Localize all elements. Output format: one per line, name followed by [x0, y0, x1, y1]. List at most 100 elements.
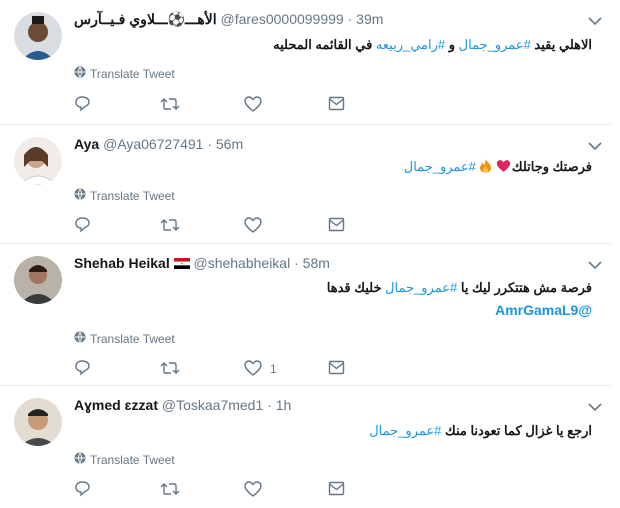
tweet-text: فرصتك وجاتلك #عمرو_جمال	[404, 158, 592, 176]
like-button[interactable]: 1	[244, 359, 277, 379]
like-button[interactable]	[244, 216, 270, 236]
tweet-actions: 1	[74, 359, 374, 379]
user-handle[interactable]: @shehabheikal	[193, 255, 290, 271]
hashtag-link[interactable]: #عمرو_جمال	[404, 159, 476, 174]
tweet-header: Shehab Heikal @shehabheikal · 58m	[74, 255, 330, 271]
timestamp[interactable]: 58m	[303, 255, 330, 271]
user-handle[interactable]: @Toskaa7med1	[162, 397, 263, 413]
retweet-button[interactable]	[160, 217, 180, 235]
tweet-item[interactable]: الأهـــ⚽ـــلاوي فـيــآرس @fares000009999…	[0, 0, 612, 125]
chevron-down-icon[interactable]	[588, 138, 604, 152]
retweet-icon	[160, 481, 180, 500]
reply-button[interactable]	[74, 481, 91, 499]
tweet-text-part: في القائمه المحليه	[273, 37, 376, 52]
reply-button[interactable]	[74, 360, 91, 378]
tweet-text-part: فرصة مش هتتكرر ليك يا	[457, 280, 592, 295]
tweet-mention-line: @AmrGamaL9	[495, 302, 592, 318]
chevron-down-icon[interactable]	[588, 257, 604, 271]
avatar[interactable]	[14, 12, 62, 60]
avatar[interactable]	[14, 256, 62, 304]
user-name[interactable]: الأهـــ⚽ـــلاوي فـيــآرس	[74, 11, 217, 27]
translate-tweet-link[interactable]: Translate Tweet	[74, 66, 175, 81]
translate-label: Translate Tweet	[90, 66, 175, 81]
translate-tweet-link[interactable]: Translate Tweet	[74, 331, 175, 346]
direct-message-button[interactable]	[328, 481, 345, 499]
heart-icon	[244, 480, 262, 500]
hashtag-link[interactable]: #رامي_ربيعه	[376, 37, 445, 52]
retweet-button[interactable]	[160, 96, 180, 114]
timestamp[interactable]: 39m	[356, 11, 383, 27]
user-name[interactable]: Shehab Heikal	[74, 255, 170, 271]
tweet-item[interactable]: Shehab Heikal @shehabheikal · 58m فرصة م…	[0, 244, 612, 386]
envelope-icon	[328, 360, 345, 378]
retweet-icon	[160, 360, 180, 379]
separator: ·	[347, 11, 353, 27]
reply-icon	[74, 216, 91, 236]
tweet-text-part: فرصتك وجاتلك	[511, 159, 592, 174]
tweet-actions	[74, 480, 374, 500]
tweet-text: فرصة مش هتتكرر ليك يا #عمرو_جمال خليك قد…	[327, 280, 592, 296]
red-heart-emoji	[496, 159, 511, 176]
reply-icon	[74, 359, 91, 379]
tweet-header: Aya @Aya06727491 · 56m	[74, 136, 243, 152]
globe-icon	[74, 452, 86, 467]
chevron-down-icon[interactable]	[588, 13, 604, 27]
heart-icon	[244, 216, 262, 236]
hashtag-link[interactable]: #عمرو_جمال	[369, 423, 441, 438]
hashtag-link[interactable]: #عمرو_جمال	[385, 280, 457, 295]
reply-icon	[74, 480, 91, 500]
chevron-down-icon[interactable]	[588, 399, 604, 413]
tweet-item[interactable]: Aya @Aya06727491 · 56m فرصتك وجاتلك #عمرو…	[0, 125, 612, 244]
tweet-actions	[74, 216, 374, 236]
reply-icon	[74, 95, 91, 115]
tweet-text: ارجع يا غزال كما تعودنا منك #عمرو_جمال	[369, 423, 592, 439]
envelope-icon	[328, 481, 345, 499]
tweet-text-part: خليك قدها	[326, 280, 386, 295]
envelope-icon	[328, 217, 345, 235]
user-handle[interactable]: @fares0000099999	[221, 11, 344, 27]
tweet-header: Aɣmed ɛzzat @Toskaa7med1 · 1h	[74, 397, 291, 413]
globe-icon	[74, 188, 86, 203]
tweet-text: الاهلي يقيد #عمرو_جمال و #رامي_ربيعه في …	[273, 37, 592, 53]
egypt-flag-icon	[173, 256, 190, 269]
retweet-button[interactable]	[160, 481, 180, 499]
separator: ·	[267, 397, 272, 413]
fire-emoji	[479, 158, 492, 176]
like-button[interactable]	[244, 480, 270, 500]
translate-label: Translate Tweet	[90, 188, 175, 203]
like-button[interactable]	[244, 95, 270, 115]
direct-message-button[interactable]	[328, 360, 345, 378]
hashtag-link[interactable]: #عمرو_جمال	[459, 37, 531, 52]
reply-button[interactable]	[74, 96, 91, 114]
user-name[interactable]: Aya	[74, 136, 99, 152]
envelope-icon	[328, 96, 345, 114]
separator: ·	[207, 136, 212, 152]
translate-label: Translate Tweet	[90, 331, 175, 346]
retweet-button[interactable]	[160, 360, 180, 378]
user-name[interactable]: Aɣmed ɛzzat	[74, 397, 158, 413]
translate-label: Translate Tweet	[90, 452, 175, 467]
direct-message-button[interactable]	[328, 217, 345, 235]
tweet-item[interactable]: Aɣmed ɛzzat @Toskaa7med1 · 1h ارجع يا غز…	[0, 386, 612, 508]
tweet-text-part: الاهلي يقيد	[530, 37, 592, 52]
tweet-header: الأهـــ⚽ـــلاوي فـيــآرس @fares000009999…	[74, 11, 383, 28]
mention-link[interactable]: @AmrGamaL9	[495, 302, 592, 318]
globe-icon	[74, 66, 86, 81]
translate-tweet-link[interactable]: Translate Tweet	[74, 452, 175, 467]
timestamp[interactable]: 1h	[276, 397, 292, 413]
reply-button[interactable]	[74, 217, 91, 235]
tweet-actions	[74, 95, 374, 115]
direct-message-button[interactable]	[328, 96, 345, 114]
retweet-icon	[160, 96, 180, 115]
tweet-text-part: و	[445, 37, 459, 52]
heart-icon	[244, 95, 262, 115]
like-count: 1	[270, 362, 277, 376]
translate-tweet-link[interactable]: Translate Tweet	[74, 188, 175, 203]
retweet-icon	[160, 217, 180, 236]
avatar[interactable]	[14, 137, 62, 185]
timestamp[interactable]: 56m	[216, 136, 243, 152]
heart-icon	[244, 359, 262, 379]
tweet-feed: الأهـــ⚽ـــلاوي فـيــآرس @fares000009999…	[0, 0, 620, 508]
avatar[interactable]	[14, 398, 62, 446]
user-handle[interactable]: @Aya06727491	[103, 136, 203, 152]
